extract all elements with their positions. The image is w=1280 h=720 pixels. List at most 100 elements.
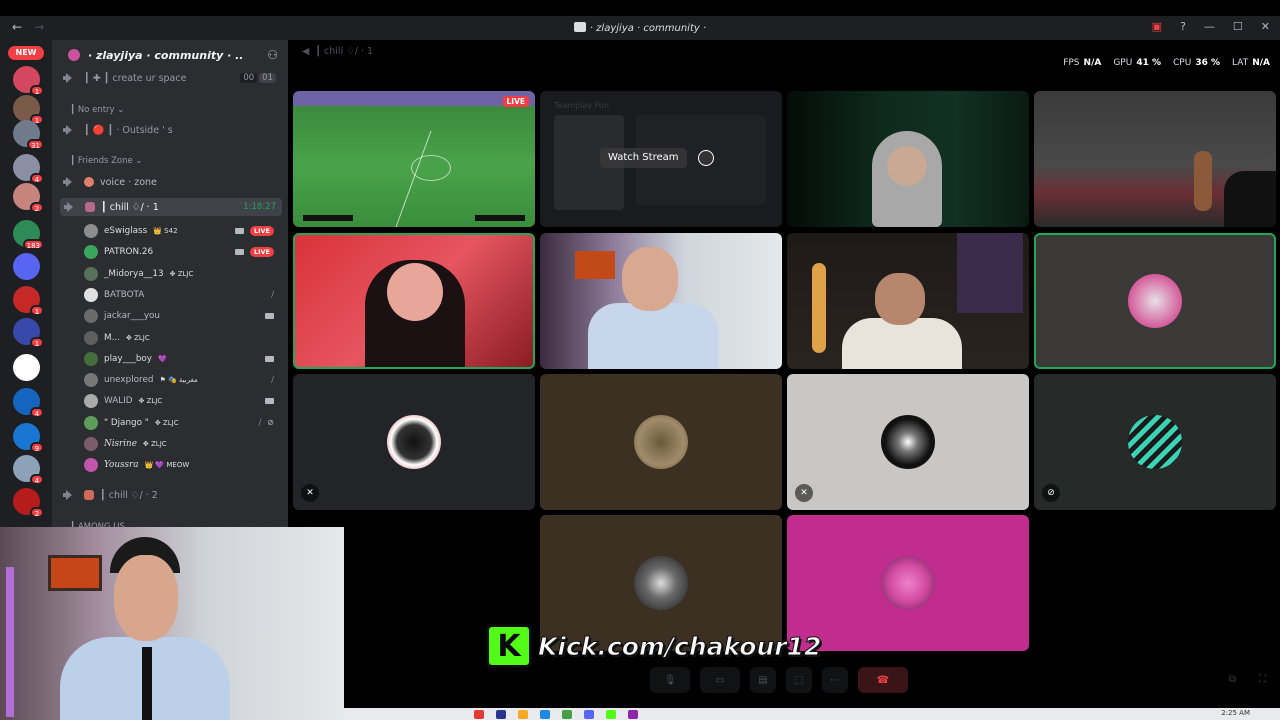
live-badge: LIVE xyxy=(502,96,529,107)
server-icon[interactable]: 1 xyxy=(13,95,44,125)
voice-member[interactable]: M... ✥ ZLJC xyxy=(84,328,280,348)
lat-stat: LAT N/A xyxy=(1232,58,1270,68)
camera-tile-streamer[interactable] xyxy=(540,233,782,369)
invite-people-icon[interactable]: ⚇ xyxy=(267,48,278,62)
kick-icon[interactable] xyxy=(606,709,616,719)
channel-voice-zone[interactable]: voice · zone xyxy=(62,173,282,191)
camera-tile-jerseys[interactable] xyxy=(787,233,1029,369)
watch-stream-button[interactable]: Watch Stream xyxy=(600,148,687,168)
camera-tile-hoodie[interactable] xyxy=(787,91,1029,227)
close-button[interactable]: ✕ xyxy=(1261,20,1270,33)
category-friends-zone[interactable]: ┃ Friends Zone ⌄ xyxy=(70,152,288,170)
member-status-icons xyxy=(265,355,274,362)
app-icon[interactable] xyxy=(628,709,638,719)
popout-icon[interactable]: ⧉ xyxy=(1229,674,1236,685)
mention-badge: 31 xyxy=(27,139,44,150)
inbox-icon[interactable]: ▣ xyxy=(1152,20,1162,33)
channel-chill-2[interactable]: ┃ chill ♢/ · 2 xyxy=(62,486,282,504)
help-icon[interactable]: ? xyxy=(1180,20,1186,33)
server-icon[interactable]: 1 xyxy=(13,286,44,316)
voice-member[interactable]: unexplored ⚑ 🎭 مغربية ⧸ xyxy=(84,370,280,390)
app-icon[interactable] xyxy=(562,709,572,719)
kick-watermark: K Kick.com/chakour12 xyxy=(486,624,822,668)
center-circle xyxy=(411,155,451,181)
server-icon[interactable]: 4 xyxy=(13,388,44,418)
voice-member[interactable]: " Django " ✥ ZLJC ⧸ ⊘ xyxy=(84,413,280,433)
server-header[interactable]: · zlayjiya · community · .. ⚇ xyxy=(52,46,288,66)
voice-member[interactable]: BATBOTA ⧸ xyxy=(84,285,280,305)
server-icon[interactable]: 183 xyxy=(13,220,44,250)
avatar-tile-3[interactable]: ✕ xyxy=(787,374,1029,510)
voice-member[interactable]: eSwiglass 👑 S42 LIVE xyxy=(84,221,280,241)
zoom-stream-icon[interactable] xyxy=(698,150,714,166)
cpu-stat: CPU 36 % xyxy=(1173,58,1220,68)
taskbar-clock: 2:25 AM xyxy=(1221,709,1250,717)
member-tag: ✥ ZLJC xyxy=(169,269,194,278)
share-screen-button[interactable]: ▤ xyxy=(750,667,776,693)
camera-button[interactable]: ▭ xyxy=(700,667,740,693)
server-icon[interactable]: 1 xyxy=(13,66,44,96)
disconnect-button[interactable]: ☎ xyxy=(858,667,908,693)
mic-muted-icon: ⧸ xyxy=(271,289,274,299)
server-icon[interactable]: 4 xyxy=(13,154,44,184)
folder-icon[interactable] xyxy=(518,709,528,719)
category-no-entry[interactable]: ┃ No entry ⌄ xyxy=(70,101,288,119)
user-avatar xyxy=(634,415,688,469)
shirt xyxy=(588,303,718,369)
gpu-value: 41 % xyxy=(1136,58,1162,68)
live-badge[interactable]: LIVE xyxy=(249,247,274,258)
mic-muted-icon: ✕ xyxy=(795,484,813,502)
camera-tile-room[interactable] xyxy=(1034,91,1276,227)
more-options-button[interactable]: ⋯ xyxy=(822,667,848,693)
activities-button[interactable]: ⬚ xyxy=(786,667,812,693)
maximize-button[interactable]: ☐ xyxy=(1233,20,1243,33)
voice-member[interactable]: Youssra 👑 💜 MEOW xyxy=(84,455,280,475)
camera-icon xyxy=(265,355,274,362)
avatar-tile-2[interactable] xyxy=(540,374,782,510)
member-tag: 👑 S42 xyxy=(153,227,178,235)
app-icon[interactable] xyxy=(496,709,506,719)
server-icon[interactable]: 31 xyxy=(13,120,44,150)
microphone-button[interactable]: 🎙 xyxy=(650,667,690,693)
server-icon[interactable]: 2 xyxy=(13,183,44,213)
avatar-tile-6[interactable] xyxy=(787,515,1029,651)
hoodie xyxy=(842,318,962,369)
server-icon[interactable] xyxy=(13,253,40,280)
avatar xyxy=(84,309,98,324)
server-name: · zlayjiya · community · .. xyxy=(88,49,244,62)
voice-member[interactable]: jackar___you xyxy=(84,306,280,326)
voice-member[interactable]: _Midorya__13 ✥ ZLJC xyxy=(84,264,280,284)
channel-outside[interactable]: ┃ 🔴 ┃ · Outside ' s xyxy=(62,121,282,139)
voice-channel-icon xyxy=(62,490,74,500)
minimize-button[interactable]: — xyxy=(1204,20,1215,33)
voice-member[interactable]: Nisrine ✥ ZLJC xyxy=(84,434,280,454)
channel-chill-1[interactable]: ┃ chill ♢/ · 1 1:18:27 xyxy=(60,198,282,216)
server-icon[interactable]: 4 xyxy=(13,455,44,485)
avatar-tile-4[interactable]: ⊘ xyxy=(1034,374,1276,510)
avatar-tile-speaking[interactable] xyxy=(1034,233,1276,369)
server-icon[interactable]: 1 xyxy=(13,318,44,348)
discord-icon[interactable] xyxy=(584,709,594,719)
member-tag: 👑 💜 MEOW xyxy=(144,461,190,470)
avatar-tile-1[interactable]: ✕ xyxy=(293,374,535,510)
fullscreen-icon[interactable]: ⛶ xyxy=(1259,674,1266,685)
voice-member[interactable]: PATRON.26 LIVE xyxy=(84,242,280,262)
kick-logo-icon: K xyxy=(486,624,532,668)
server-icon[interactable] xyxy=(13,354,40,381)
avatar xyxy=(84,266,98,281)
member-name: M... xyxy=(104,332,120,343)
server-icon[interactable]: 9 xyxy=(13,423,44,453)
channel-create-space[interactable]: ┃ ✚ ┃ create ur space 00 01 xyxy=(62,69,282,87)
member-name: PATRON.26 xyxy=(104,247,154,258)
chrome-icon[interactable] xyxy=(474,709,484,719)
app-icon[interactable] xyxy=(540,709,550,719)
new-badge[interactable]: NEW xyxy=(8,46,44,60)
member-name: Nisrine xyxy=(104,439,137,449)
live-badge[interactable]: LIVE xyxy=(249,226,274,236)
voice-member[interactable]: WALID ✥ ZLJC xyxy=(84,391,280,411)
server-icon[interactable]: 2 xyxy=(13,488,44,518)
camera-tile-red-room[interactable] xyxy=(293,233,535,369)
avatar xyxy=(84,437,98,451)
stream-tile-football[interactable]: LIVE xyxy=(293,91,535,227)
voice-member[interactable]: play___boy 💜 xyxy=(84,349,280,369)
